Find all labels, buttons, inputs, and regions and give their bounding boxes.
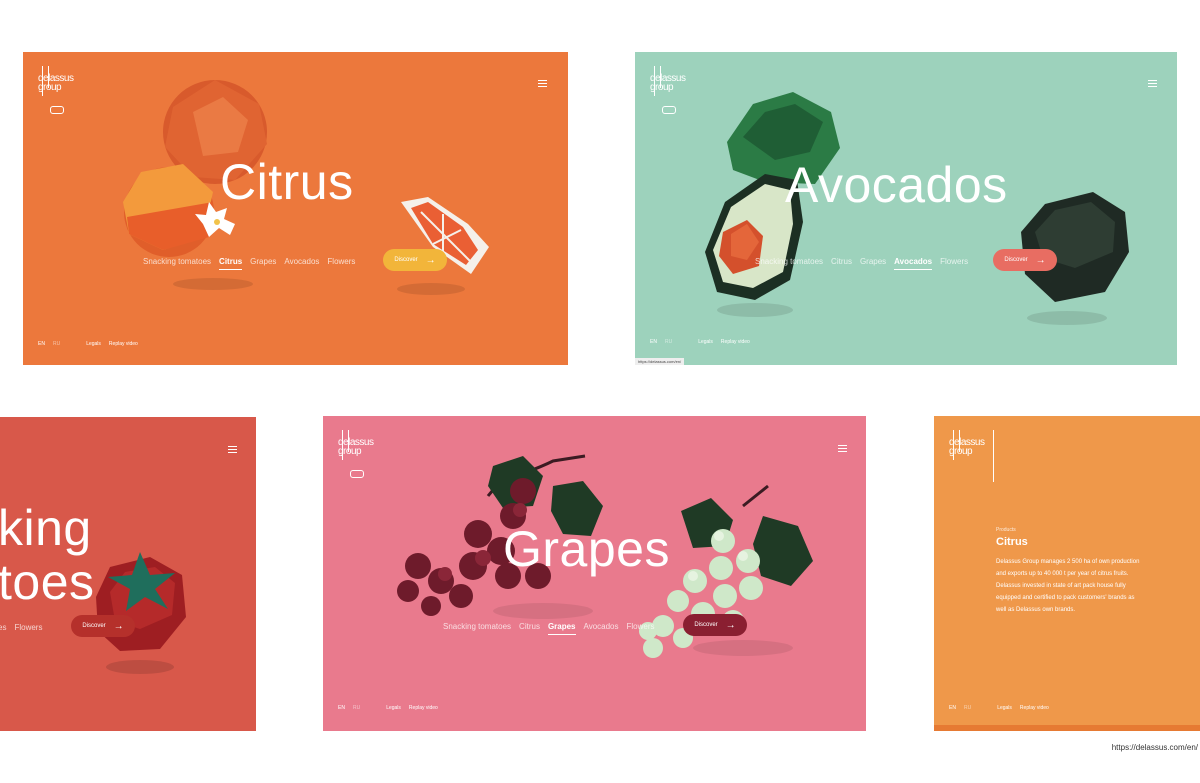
lang-ru[interactable]: RU — [665, 339, 672, 345]
legals-link[interactable]: Legals — [386, 705, 401, 711]
lang-en[interactable]: EN — [338, 705, 345, 711]
product-nav: Snacking tomatoes Citrus Grapes Avocados Flo… — [143, 257, 363, 270]
product-nav: Snacking tomatoes Citrus Grapes Avocados Flo… — [755, 257, 976, 270]
lang-ru[interactable]: RU — [353, 705, 360, 711]
arrow-right-icon: → — [1035, 254, 1046, 266]
avocados-slide: delassus group Avocados Snacking tomatoes… — [635, 52, 1177, 365]
nav-snacking-tomatoes[interactable]: es — [0, 623, 6, 632]
legals-link[interactable]: Legals — [997, 705, 1012, 711]
nav-grapes[interactable]: Grapes — [547, 622, 576, 635]
slide-title-line-1: king — [0, 500, 92, 556]
footer-bar: EN RU Legals Replay video — [338, 705, 446, 711]
lang-ru[interactable]: RU — [964, 705, 971, 711]
nav-flowers[interactable]: Flowers — [627, 622, 655, 631]
discover-label: Discover — [1004, 257, 1028, 263]
discover-button[interactable]: Discover → — [683, 614, 747, 636]
legals-link[interactable]: Legals — [698, 339, 713, 345]
product-eyebrow: Products — [996, 527, 1016, 533]
nav-avocados[interactable]: Avocados — [894, 257, 933, 270]
product-detail-slide: delassus group Products Citrus Delassus G… — [934, 416, 1200, 731]
nav-citrus[interactable]: Citrus — [831, 257, 852, 266]
nav-citrus[interactable]: Citrus — [219, 257, 243, 270]
citrus-slide: delassus group Citrus Snacking tomatoes Ci… — [23, 52, 568, 365]
product-title: Citrus — [996, 536, 1028, 548]
discover-button[interactable]: Discover → — [383, 249, 447, 271]
browser-status-bar: https://delassus.com/en/ — [635, 358, 685, 365]
nav-snacking-tomatoes[interactable]: Snacking tomatoes — [443, 622, 511, 631]
nav-flowers[interactable]: Flowers — [940, 257, 968, 266]
nav-flowers[interactable]: Flowers — [14, 623, 42, 632]
product-nav: es Flowers — [0, 623, 50, 632]
nav-snacking-tomatoes[interactable]: Snacking tomatoes — [143, 257, 211, 266]
page-url: https://delassus.com/en/ — [1111, 743, 1198, 752]
discover-label: Discover — [694, 622, 718, 628]
slide-title: Citrus — [220, 154, 354, 210]
lang-en[interactable]: EN — [38, 341, 45, 347]
lang-ru[interactable]: RU — [53, 341, 60, 347]
discover-label: Discover — [82, 623, 106, 629]
product-description: Delassus Group manages 2 500 ha of own p… — [996, 559, 1140, 613]
slide-title: Avocados — [785, 157, 1008, 213]
replay-video-link[interactable]: Replay video — [109, 341, 138, 347]
grapes-slide: delassus group Grapes Snacking tomatoes … — [323, 416, 866, 731]
bottom-accent-bar — [934, 725, 1200, 731]
footer-bar: EN RU Legals Replay video — [650, 339, 758, 345]
nav-citrus[interactable]: Citrus — [519, 622, 540, 631]
replay-video-link[interactable]: Replay video — [409, 705, 438, 711]
nav-grapes[interactable]: Grapes — [860, 257, 886, 266]
lang-en[interactable]: EN — [650, 339, 657, 345]
nav-avocados[interactable]: Avocados — [284, 257, 319, 266]
discover-button[interactable]: Discover → — [993, 249, 1057, 271]
footer-bar: EN RU Legals Replay video — [38, 341, 146, 347]
slide-title-line-2: toes — [0, 554, 95, 610]
arrow-right-icon: → — [425, 254, 436, 266]
delassus-logo[interactable]: delassus group — [949, 430, 994, 482]
replay-video-link[interactable]: Replay video — [721, 339, 750, 345]
nav-avocados[interactable]: Avocados — [584, 622, 619, 631]
replay-video-link[interactable]: Replay video — [1020, 705, 1049, 711]
nav-grapes[interactable]: Grapes — [250, 257, 276, 266]
footer-bar: EN RU Legals Replay video — [949, 705, 1057, 711]
lang-en[interactable]: EN — [949, 705, 956, 711]
slide-title: Grapes — [503, 521, 670, 577]
tomatoes-slide: king toes es Flowers Discover → — [0, 417, 256, 731]
discover-label: Discover — [394, 257, 418, 263]
product-nav: Snacking tomatoes Citrus Grapes Avocados Flo… — [443, 622, 663, 635]
arrow-right-icon: → — [725, 619, 736, 631]
discover-button[interactable]: Discover → — [71, 615, 135, 637]
arrow-right-icon: → — [113, 620, 124, 632]
nav-snacking-tomatoes[interactable]: Snacking tomatoes — [755, 257, 823, 266]
legals-link[interactable]: Legals — [86, 341, 101, 347]
logo-text-2: group — [949, 446, 973, 457]
nav-flowers[interactable]: Flowers — [327, 257, 355, 266]
